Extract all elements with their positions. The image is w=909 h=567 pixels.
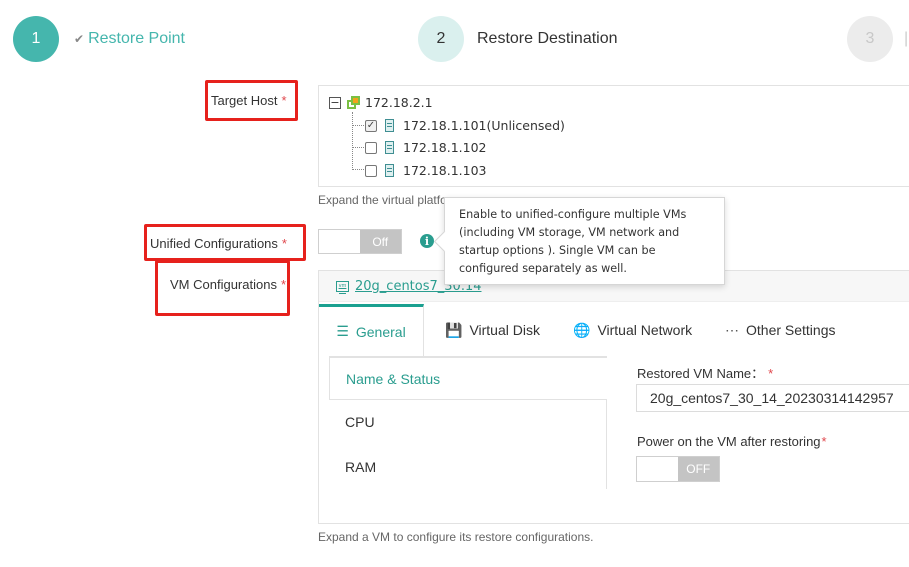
tab-general-label: General	[355, 323, 406, 340]
restored-vm-name-label: Restored VM Name： *	[637, 363, 773, 382]
step-3-label: |	[904, 30, 909, 47]
tree-item-host-1[interactable]: ✓ 172.18.1.101(Unlicensed)	[365, 118, 565, 133]
target-host-label: Target Host *	[211, 93, 287, 108]
vcenter-icon	[347, 95, 361, 110]
info-icon[interactable]: i	[420, 234, 434, 248]
tab-virtual-disk[interactable]: 💾 Virtual Disk	[445, 304, 540, 356]
tab-general[interactable]: ☰ General	[319, 304, 424, 356]
host-3-label: 172.18.1.103	[403, 163, 487, 178]
power-on-label: Power on the VM after restoring*	[637, 434, 827, 449]
unified-configurations-switch[interactable]: Off	[318, 229, 402, 254]
step-2-circle: 2	[418, 16, 464, 62]
restored-vm-name-label-text: Restored VM Name：	[637, 366, 765, 381]
step-3-circle: 3	[847, 16, 893, 62]
tree-connector	[352, 125, 364, 126]
required-mark: *	[768, 366, 774, 381]
side-item-name-status[interactable]: Name & Status	[329, 357, 607, 400]
tab-other-settings-label: Other Settings	[746, 322, 836, 338]
switch-state-label: Off	[359, 230, 401, 253]
tree-connector	[352, 169, 364, 170]
side-item-cpu[interactable]: CPU	[329, 400, 607, 443]
general-side-menu: Name & Status CPU RAM	[329, 356, 607, 489]
host-1-checkbox[interactable]: ✓	[365, 119, 377, 132]
target-host-hint: Expand the virtual platfo	[318, 193, 447, 207]
tree-root-label: 172.18.2.1	[365, 95, 433, 110]
tree-root[interactable]: − 172.18.2.1	[329, 95, 433, 110]
tab-virtual-network[interactable]: 🌐 Virtual Network	[573, 304, 692, 356]
tree-connector	[352, 147, 364, 148]
tab-virtual-network-label: Virtual Network	[597, 322, 693, 338]
target-host-label-text: Target Host	[211, 93, 278, 108]
vm-configurations-hint: Expand a VM to configure its restore con…	[318, 530, 594, 544]
floppy-disk-icon: 💾	[445, 321, 463, 338]
switch-knob	[319, 230, 360, 253]
more-circle-icon: ⋯	[725, 321, 739, 338]
step-3-number: 3	[865, 30, 875, 47]
collapse-icon[interactable]: −	[329, 96, 341, 109]
tree-item-host-3[interactable]: 172.18.1.103	[365, 163, 487, 178]
globe-icon: 🌐	[573, 321, 591, 338]
side-divider	[606, 400, 607, 489]
unified-configurations-tooltip: Enable to unified-configure multiple VMs…	[444, 197, 725, 285]
sliders-icon: ☰	[336, 323, 349, 339]
tree-item-host-2[interactable]: 172.18.1.102	[365, 140, 487, 155]
unified-configurations-label: Unified Configurations *	[150, 236, 287, 251]
host-2-checkbox[interactable]	[365, 141, 377, 154]
vm-configurations-label: VM Configurations *	[170, 277, 286, 292]
host-3-checkbox[interactable]	[365, 164, 377, 177]
required-mark: *	[821, 434, 827, 449]
server-icon	[385, 119, 394, 132]
step-1-label[interactable]: ✔ Restore Point	[74, 30, 185, 48]
tree-connector	[352, 112, 353, 170]
tab-virtual-disk-label: Virtual Disk	[469, 322, 540, 338]
step-2-number: 2	[436, 30, 446, 47]
unified-configurations-label-text: Unified Configurations	[150, 236, 278, 251]
restored-vm-name-input[interactable]	[636, 384, 909, 412]
switch-knob	[637, 457, 678, 481]
host-1-label: 172.18.1.101(Unlicensed)	[403, 118, 565, 133]
step-1-circle[interactable]: 1	[13, 16, 59, 62]
server-icon	[385, 141, 394, 154]
side-item-ram[interactable]: RAM	[329, 445, 607, 488]
vm-config-panel: vm 20g_centos7_30.14 ☰ General 💾 Virtual…	[318, 270, 909, 524]
switch-state-label: OFF	[677, 457, 719, 481]
tab-other-settings[interactable]: ⋯ Other Settings	[725, 304, 836, 356]
server-icon	[385, 164, 394, 177]
required-mark: *	[281, 236, 287, 251]
vm-configurations-label-text: VM Configurations	[170, 277, 277, 292]
required-mark: *	[281, 93, 287, 108]
step-1-number: 1	[31, 30, 41, 47]
host-2-label: 172.18.1.102	[403, 140, 487, 155]
vm-icon: vm	[336, 281, 349, 294]
power-on-switch[interactable]: OFF	[636, 456, 720, 482]
check-icon: ✔	[74, 32, 85, 46]
required-mark: *	[280, 277, 287, 292]
step-2-label: Restore Destination	[477, 30, 618, 47]
step-1-text: Restore Point	[88, 30, 185, 47]
power-on-label-text: Power on the VM after restoring	[637, 434, 821, 449]
